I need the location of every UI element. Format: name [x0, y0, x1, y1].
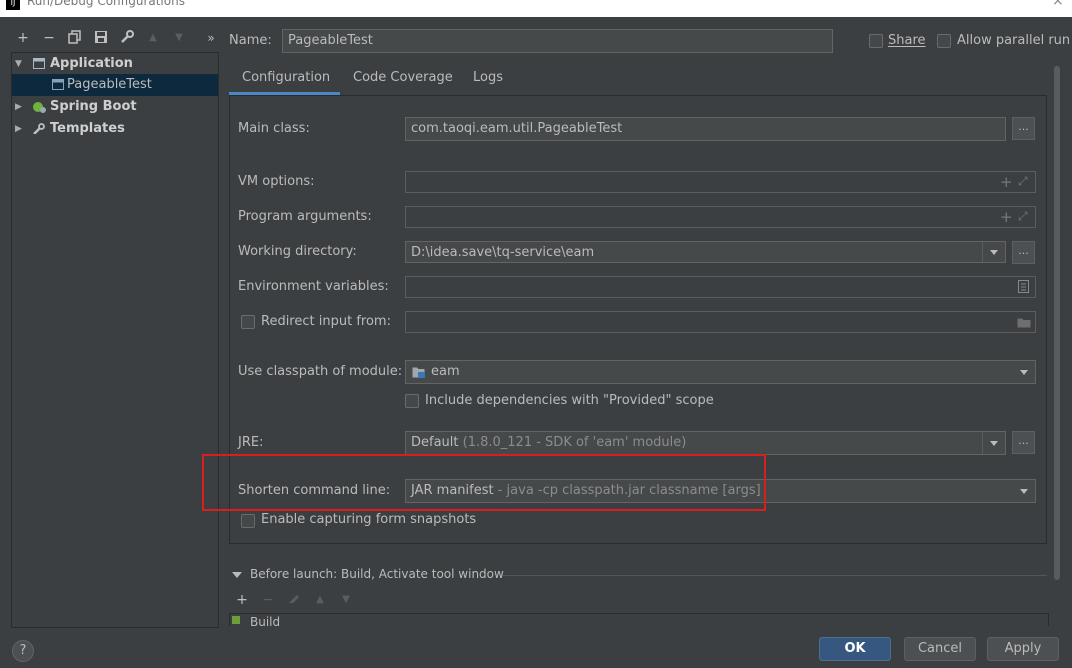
jre-combo[interactable]: Default (1.8.0_121 - SDK of 'eam' module… — [405, 431, 1006, 455]
move-up-button[interactable]: ▲ — [145, 30, 161, 46]
wrench-icon — [121, 30, 134, 43]
save-configuration-button[interactable] — [93, 30, 109, 48]
configuration-tree: ▼ Application PageableTest ▶ Spring Boot… — [11, 52, 219, 628]
working-directory-dropdown[interactable] — [982, 242, 1005, 262]
jre-dropdown[interactable] — [982, 432, 1005, 454]
move-down-button[interactable]: ▼ — [171, 30, 187, 46]
close-window-button[interactable]: × — [1052, 0, 1064, 9]
program-arguments-label: Program arguments: — [238, 209, 372, 224]
name-label: Name: — [229, 33, 272, 48]
build-icon — [232, 616, 240, 624]
tree-item-templates[interactable]: ▶ Templates — [12, 118, 218, 140]
add-icon[interactable]: + — [1000, 208, 1013, 226]
chevron-down-icon — [990, 250, 998, 255]
folder-icon[interactable] — [1017, 317, 1031, 328]
apply-button[interactable]: Apply — [987, 637, 1059, 661]
window-title: Run/Debug Configurations — [27, 0, 185, 8]
capture-snapshots-label: Enable capturing form snapshots — [261, 512, 477, 527]
main-class-label: Main class: — [238, 121, 310, 136]
application-icon — [33, 58, 45, 69]
include-provided-deps-label: Include dependencies with "Provided" sco… — [425, 393, 714, 408]
chevron-down-icon — [990, 441, 998, 446]
program-arguments-input[interactable]: + ⤢ — [405, 206, 1036, 228]
tree-item-label: Application — [50, 56, 133, 71]
environment-variables-input[interactable] — [405, 276, 1036, 298]
add-icon[interactable]: + — [1000, 173, 1013, 191]
jre-value: Default — [411, 435, 459, 450]
redirect-input-field[interactable] — [405, 311, 1036, 333]
redirect-input-checkbox[interactable] — [241, 315, 255, 329]
classpath-module-label: Use classpath of module: — [238, 364, 403, 379]
before-launch-title: Before launch: Build, Activate tool wind… — [250, 567, 504, 581]
spring-boot-icon — [33, 102, 46, 113]
main-class-input[interactable]: com.taoqi.eam.util.PageableTest — [405, 117, 1006, 141]
move-task-down-button[interactable]: ▼ — [338, 592, 354, 608]
edit-defaults-button[interactable] — [119, 30, 135, 48]
tab-logs[interactable]: Logs — [473, 70, 503, 85]
remove-task-button[interactable]: − — [260, 592, 276, 608]
include-provided-deps-checkbox[interactable] — [405, 394, 419, 408]
window-titlebar: IJ Run/Debug Configurations × — [0, 0, 1072, 17]
vm-options-input[interactable]: + ⤢ — [405, 171, 1036, 193]
copy-configuration-button[interactable] — [67, 30, 83, 48]
share-label: Share — [888, 33, 926, 48]
main-class-browse-button[interactable]: ... — [1012, 117, 1035, 140]
tree-item-label: Spring Boot — [50, 99, 137, 114]
share-checkbox[interactable] — [869, 34, 883, 48]
build-task-item[interactable]: Build — [250, 615, 280, 626]
chevron-down-icon[interactable] — [1020, 489, 1028, 494]
name-input[interactable]: PageableTest — [282, 29, 833, 53]
edit-list-icon[interactable] — [1018, 280, 1029, 293]
tab-code-coverage[interactable]: Code Coverage — [353, 70, 453, 85]
tab-configuration[interactable]: Configuration — [229, 62, 340, 95]
copy-icon — [68, 30, 81, 44]
more-actions-button[interactable]: » — [203, 30, 219, 46]
tree-item-application[interactable]: ▼ Application — [12, 53, 218, 75]
working-directory-combo[interactable]: D:\idea.save\tq-service\eam — [405, 241, 1006, 263]
jre-label: JRE: — [238, 435, 264, 450]
expand-icon[interactable]: ⤢ — [1018, 174, 1028, 189]
move-task-up-button[interactable]: ▲ — [312, 592, 328, 608]
collapse-arrow-icon[interactable]: ▶ — [15, 118, 22, 140]
tree-item-spring-boot[interactable]: ▶ Spring Boot — [12, 96, 218, 118]
classpath-module-combo[interactable]: eam — [405, 360, 1036, 384]
vm-options-label: VM options: — [238, 174, 315, 189]
remove-configuration-button[interactable]: − — [41, 30, 57, 46]
allow-parallel-checkbox[interactable] — [937, 34, 951, 48]
save-icon — [95, 31, 107, 43]
tree-item-pageabletest[interactable]: PageableTest — [12, 74, 218, 96]
separator — [503, 575, 1047, 576]
module-folder-icon — [412, 367, 425, 378]
redirect-input-label: Redirect input from: — [261, 314, 391, 329]
working-directory-label: Working directory: — [238, 244, 357, 259]
ok-button[interactable]: OK — [819, 637, 891, 661]
pencil-icon — [289, 595, 299, 603]
jre-browse-button[interactable]: ... — [1012, 431, 1035, 454]
cancel-button[interactable]: Cancel — [904, 637, 976, 661]
tree-item-label: PageableTest — [67, 77, 152, 92]
collapse-arrow-icon[interactable]: ▶ — [15, 96, 22, 118]
add-configuration-button[interactable]: + — [15, 30, 31, 46]
edit-task-button[interactable] — [286, 592, 302, 608]
chevron-down-icon[interactable] — [1020, 370, 1028, 375]
red-highlight-box — [202, 454, 766, 511]
collapse-before-launch-icon[interactable] — [232, 572, 242, 578]
add-task-button[interactable]: + — [234, 592, 250, 608]
tree-item-label: Templates — [50, 121, 125, 136]
allow-parallel-label: Allow parallel run — [957, 33, 1071, 48]
scrollbar-thumb[interactable] — [1054, 66, 1060, 580]
jre-value-detail: (1.8.0_121 - SDK of 'eam' module) — [462, 435, 687, 450]
expand-arrow-icon[interactable]: ▼ — [15, 53, 22, 75]
application-icon — [52, 79, 64, 90]
wrench-icon — [33, 123, 45, 134]
working-directory-browse-button[interactable]: ... — [1012, 241, 1035, 264]
environment-variables-label: Environment variables: — [238, 279, 389, 294]
before-launch-list: Build — [229, 613, 1049, 626]
expand-icon[interactable]: ⤢ — [1018, 209, 1028, 224]
intellij-logo-icon: IJ — [6, 0, 20, 10]
capture-snapshots-checkbox[interactable] — [241, 514, 255, 528]
help-button[interactable]: ? — [12, 640, 34, 662]
